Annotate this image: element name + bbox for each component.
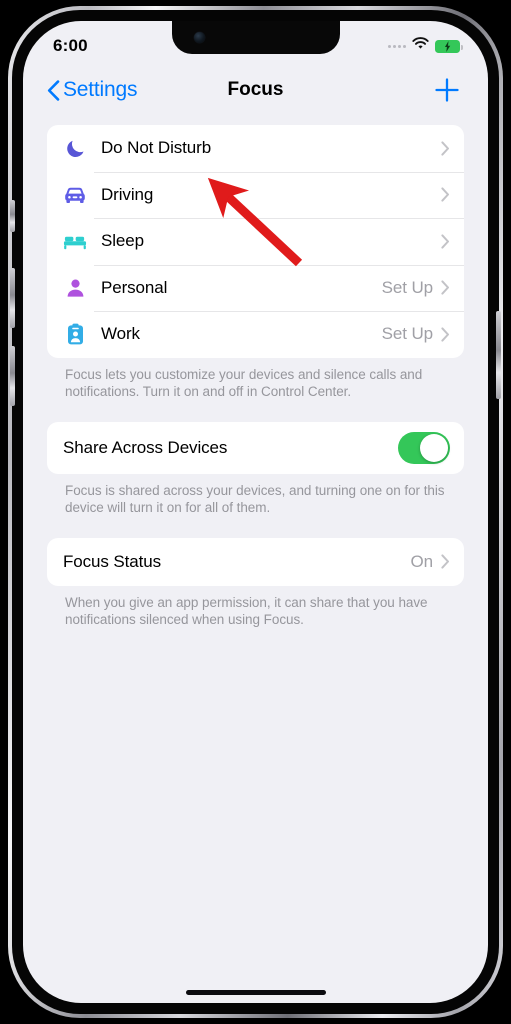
- battery-charging-icon: [435, 39, 463, 53]
- navigation-bar: Settings Focus: [23, 65, 488, 115]
- chevron-right-icon: [441, 234, 450, 249]
- cellular-dots-icon: [388, 44, 406, 48]
- focus-status-label: Focus Status: [63, 551, 162, 571]
- focus-list-section: Do Not Disturb Driving Sleep Personal Se…: [47, 125, 464, 400]
- status-time: 6:00: [53, 36, 88, 55]
- focus-row-personal[interactable]: Personal Set Up: [47, 264, 464, 312]
- status-indicators: [388, 37, 463, 55]
- focus-row-label: Do Not Disturb: [101, 138, 212, 158]
- car-icon: [63, 185, 87, 205]
- focus-status-section: Focus Status On When you give an app per…: [47, 537, 464, 628]
- front-camera-icon: [193, 32, 205, 43]
- focus-row-value: Set Up: [381, 277, 433, 297]
- share-across-devices-label: Share Across Devices: [63, 437, 228, 457]
- id-badge-icon: [63, 323, 87, 345]
- focus-row-label: Sleep: [101, 231, 144, 251]
- phone-screen: 6:00 Settings Focus Do Not Disturb Drivi…: [23, 21, 488, 1003]
- device-body: 6:00 Settings Focus Do Not Disturb Drivi…: [10, 10, 501, 1014]
- chevron-right-icon: [441, 141, 450, 156]
- focus-row-value: Set Up: [381, 324, 433, 344]
- share-across-devices-footnote: Focus is shared across your devices, and…: [65, 482, 445, 515]
- focus-row-label: Work: [101, 324, 140, 344]
- chevron-right-icon: [441, 554, 450, 569]
- chevron-right-icon: [441, 187, 450, 202]
- share-across-devices-card: Share Across Devices: [47, 421, 464, 474]
- focus-row-work[interactable]: Work Set Up: [47, 311, 464, 358]
- focus-row-sleep[interactable]: Sleep: [47, 218, 464, 265]
- display-notch: [171, 21, 340, 54]
- bed-icon: [63, 232, 87, 251]
- mute-switch[interactable]: [10, 200, 15, 232]
- focus-list-card: Do Not Disturb Driving Sleep Personal Se…: [47, 125, 464, 358]
- focus-row-label: Driving: [101, 184, 154, 204]
- focus-status-footnote: When you give an app permission, it can …: [65, 594, 428, 627]
- crescent-moon-icon: [63, 138, 87, 159]
- focus-row-label: Personal: [101, 277, 168, 297]
- plus-icon: [435, 78, 459, 102]
- focus-row-driving[interactable]: Driving: [47, 171, 464, 219]
- focus-list-footnote: Focus lets you customize your devices an…: [65, 366, 423, 399]
- focus-status-value: On: [410, 551, 434, 571]
- share-across-devices-row[interactable]: Share Across Devices: [47, 422, 464, 474]
- focus-status-row[interactable]: Focus Status On: [47, 538, 464, 586]
- power-button[interactable]: [496, 311, 501, 399]
- focus-status-card: Focus Status On: [47, 537, 464, 586]
- wifi-icon: [412, 37, 429, 55]
- volume-down-button[interactable]: [10, 346, 15, 406]
- page-title: Focus: [227, 79, 284, 100]
- volume-up-button[interactable]: [10, 268, 15, 328]
- home-indicator: [185, 990, 326, 995]
- share-across-devices-toggle[interactable]: [398, 431, 450, 464]
- person-icon: [63, 278, 87, 298]
- chevron-right-icon: [441, 327, 450, 342]
- toggle-knob: [420, 433, 448, 462]
- add-focus-button[interactable]: [432, 75, 462, 105]
- share-across-devices-section: Share Across Devices Focus is shared acr…: [47, 421, 464, 516]
- chevron-right-icon: [441, 280, 450, 295]
- iphone-device-frame: 6:00 Settings Focus Do Not Disturb Drivi…: [8, 6, 503, 1018]
- settings-content: Do Not Disturb Driving Sleep Personal Se…: [23, 115, 488, 1003]
- focus-row-do-not-disturb[interactable]: Do Not Disturb: [47, 125, 464, 172]
